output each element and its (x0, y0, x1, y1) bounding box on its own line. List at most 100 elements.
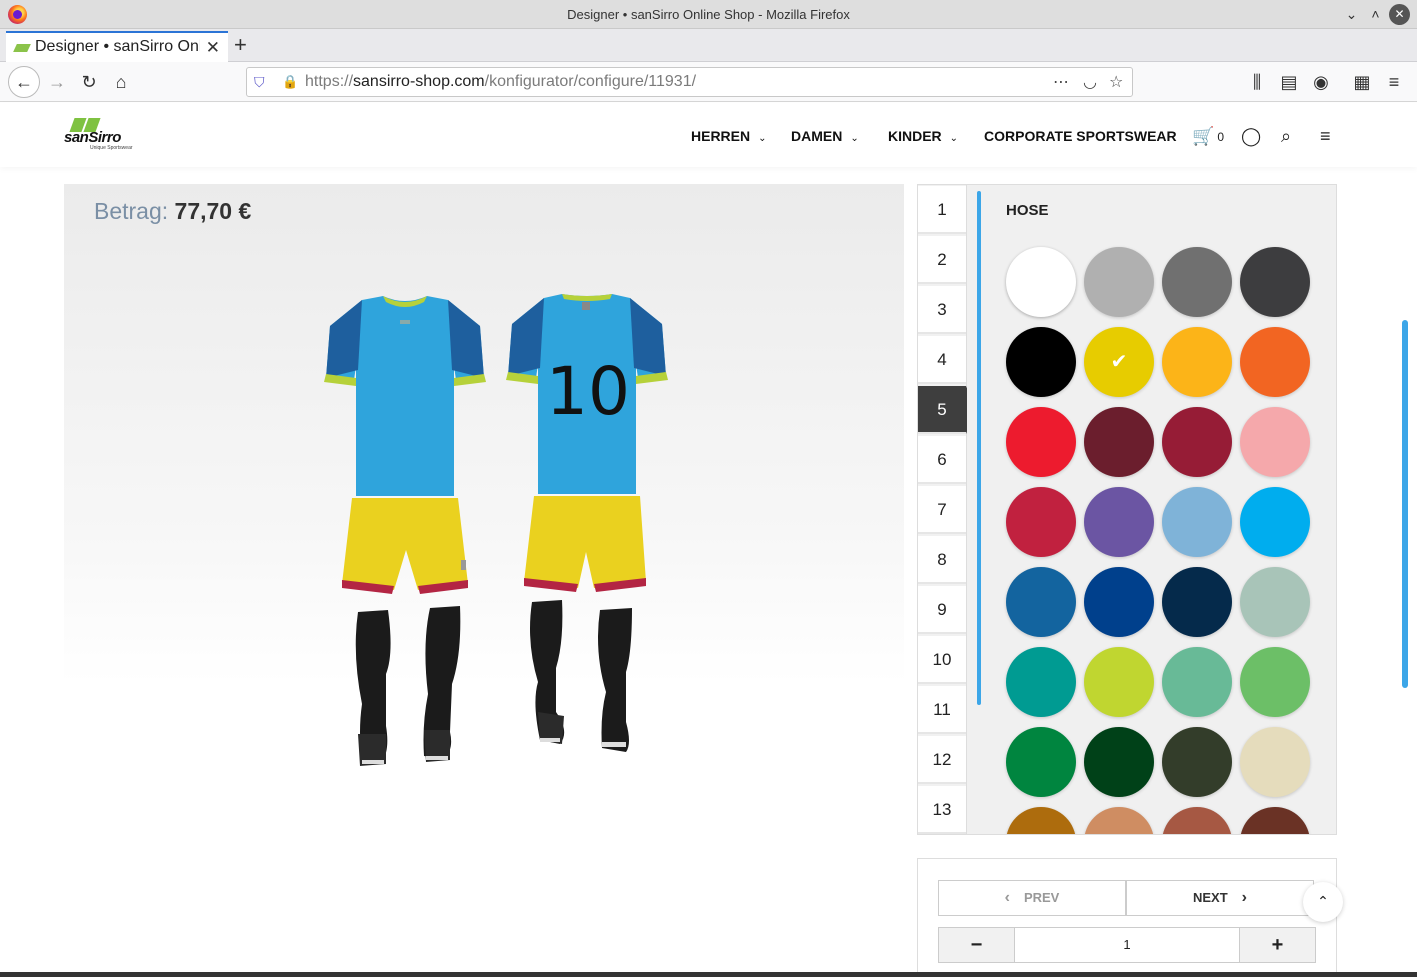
sansirro-logo[interactable]: sanSirro Unique Sportswear (64, 118, 144, 154)
account-icon[interactable]: ◉ (1309, 70, 1333, 94)
step-13[interactable]: 13 (918, 786, 966, 834)
window-title: Designer • sanSirro Online Shop - Mozill… (567, 7, 850, 22)
cart-count: 0 (1217, 130, 1225, 145)
color-swatch[interactable] (1240, 807, 1310, 834)
color-swatch[interactable] (1162, 407, 1232, 477)
color-swatch[interactable] (1162, 487, 1232, 557)
browser-toolbar: ← → ↻ ⌂ ⛉ 🔒 https://sansirro-shop.com/ko… (0, 62, 1417, 102)
more-actions-icon[interactable]: ⋯ (1053, 72, 1069, 92)
step-7[interactable]: 7 (918, 486, 966, 534)
color-swatch[interactable] (1162, 807, 1232, 834)
color-swatch[interactable] (1240, 727, 1310, 797)
nav-kinder[interactable]: KINDER ⌄ (888, 128, 958, 144)
color-swatch[interactable] (1006, 727, 1076, 797)
step-6[interactable]: 6 (918, 436, 966, 484)
url-text[interactable]: https://sansirro-shop.com/konfigurator/c… (305, 73, 696, 91)
minimize-icon[interactable]: ⌄ (1341, 4, 1362, 25)
new-tab-icon[interactable]: + (234, 32, 247, 58)
color-swatch[interactable] (1084, 567, 1154, 637)
color-swatch[interactable] (1084, 807, 1154, 834)
window-titlebar: Designer • sanSirro Online Shop - Mozill… (0, 0, 1417, 29)
color-swatch[interactable] (1006, 407, 1076, 477)
back-arrow-icon[interactable]: ← (8, 66, 40, 98)
next-button[interactable]: NEXT › (1126, 880, 1314, 916)
menu-icon[interactable]: ≡ (1382, 70, 1406, 94)
price-display: Betrag: 77,70 € (94, 198, 252, 224)
shirt-number: 10 (546, 353, 630, 430)
step-12[interactable]: 12 (918, 736, 966, 784)
tab-strip: Designer • sanSirro Online Shop ✕ + (0, 29, 1417, 62)
pocket-icon[interactable]: ◡ (1083, 72, 1097, 92)
scroll-to-top-button[interactable]: ⌃ (1303, 882, 1343, 922)
color-swatch[interactable] (1240, 487, 1310, 557)
tab-title: Designer • sanSirro Online Shop (35, 38, 200, 55)
color-swatch[interactable] (1084, 487, 1154, 557)
color-swatch[interactable] (1084, 727, 1154, 797)
library-icon[interactable]: ⫼ (1245, 70, 1269, 94)
panel-scrollbar[interactable] (977, 191, 981, 705)
prev-button[interactable]: ‹ PREV (938, 880, 1126, 916)
close-window-icon[interactable]: ✕ (1389, 4, 1410, 25)
site-favicon-icon (13, 44, 31, 52)
color-swatch[interactable] (1006, 567, 1076, 637)
step-2[interactable]: 2 (918, 236, 966, 284)
color-swatch[interactable] (1162, 247, 1232, 317)
hamburger-menu-icon[interactable]: ≡ (1320, 126, 1331, 147)
home-icon[interactable]: ⌂ (109, 70, 133, 94)
color-swatch[interactable] (1084, 407, 1154, 477)
close-tab-icon[interactable]: ✕ (206, 38, 220, 58)
color-swatch[interactable] (1162, 647, 1232, 717)
panel-title: HOSE (1006, 202, 1049, 219)
color-swatch[interactable] (1240, 647, 1310, 717)
page-scrollbar[interactable] (1402, 320, 1408, 688)
kit-front-illustration (324, 296, 486, 766)
color-swatch[interactable] (1162, 727, 1232, 797)
url-bar[interactable]: ⛉ 🔒 https://sansirro-shop.com/konfigurat… (246, 67, 1133, 97)
color-swatch[interactable] (1006, 327, 1076, 397)
chevron-down-icon: ⌄ (949, 133, 959, 144)
step-1[interactable]: 1 (918, 186, 966, 234)
color-swatch[interactable] (1240, 407, 1310, 477)
step-11[interactable]: 11 (918, 686, 966, 734)
quantity-input[interactable]: 1 (1015, 928, 1239, 962)
bookmark-star-icon[interactable]: ☆ (1109, 72, 1123, 92)
tracking-shield-icon[interactable]: ⛉ (254, 74, 265, 91)
color-swatch[interactable] (1006, 807, 1076, 834)
step-8[interactable]: 8 (918, 536, 966, 584)
color-swatch[interactable] (1240, 567, 1310, 637)
chevron-down-icon: ⌄ (850, 133, 859, 144)
step-3[interactable]: 3 (918, 286, 966, 334)
extensions-icon[interactable]: ▦ (1350, 70, 1374, 94)
forward-arrow-icon[interactable]: → (45, 70, 69, 94)
step-10[interactable]: 10 (918, 636, 966, 684)
color-swatch[interactable]: ✔ (1084, 327, 1154, 397)
color-swatch[interactable] (1240, 327, 1310, 397)
lock-icon[interactable]: 🔒 (282, 74, 298, 90)
color-swatch[interactable] (1084, 647, 1154, 717)
sidebar-icon[interactable]: ▤ (1277, 70, 1301, 94)
color-swatch[interactable] (1162, 567, 1232, 637)
step-4[interactable]: 4 (918, 336, 966, 384)
maximize-icon[interactable]: ˄ (1365, 4, 1386, 25)
color-swatch[interactable] (1006, 247, 1076, 317)
color-swatch[interactable] (1006, 647, 1076, 717)
user-icon[interactable]: ◯ (1241, 126, 1261, 147)
nav-herren[interactable]: HERREN ⌄ (691, 128, 767, 144)
chevron-up-icon: ⌃ (1317, 893, 1329, 909)
color-swatch[interactable] (1162, 327, 1232, 397)
color-swatch[interactable] (1240, 247, 1310, 317)
step-5-active[interactable]: 5 (918, 386, 976, 434)
tab-designer[interactable]: Designer • sanSirro Online Shop ✕ (6, 31, 228, 62)
nav-corporate-sportswear[interactable]: CORPORATE SPORTSWEAR (984, 128, 1177, 144)
color-swatch[interactable] (1006, 487, 1076, 557)
increase-button[interactable]: + (1239, 928, 1315, 962)
cart-icon[interactable]: 🛒 0 (1192, 126, 1224, 147)
search-icon[interactable]: ⌕ (1281, 126, 1291, 147)
color-swatch[interactable] (1084, 247, 1154, 317)
decrease-button[interactable]: − (939, 928, 1015, 962)
quantity-stepper: − 1 + (938, 927, 1316, 963)
window-bottom-edge (0, 972, 1417, 977)
reload-icon[interactable]: ↻ (77, 70, 101, 94)
nav-damen[interactable]: DAMEN ⌄ (791, 128, 859, 144)
step-9[interactable]: 9 (918, 586, 966, 634)
